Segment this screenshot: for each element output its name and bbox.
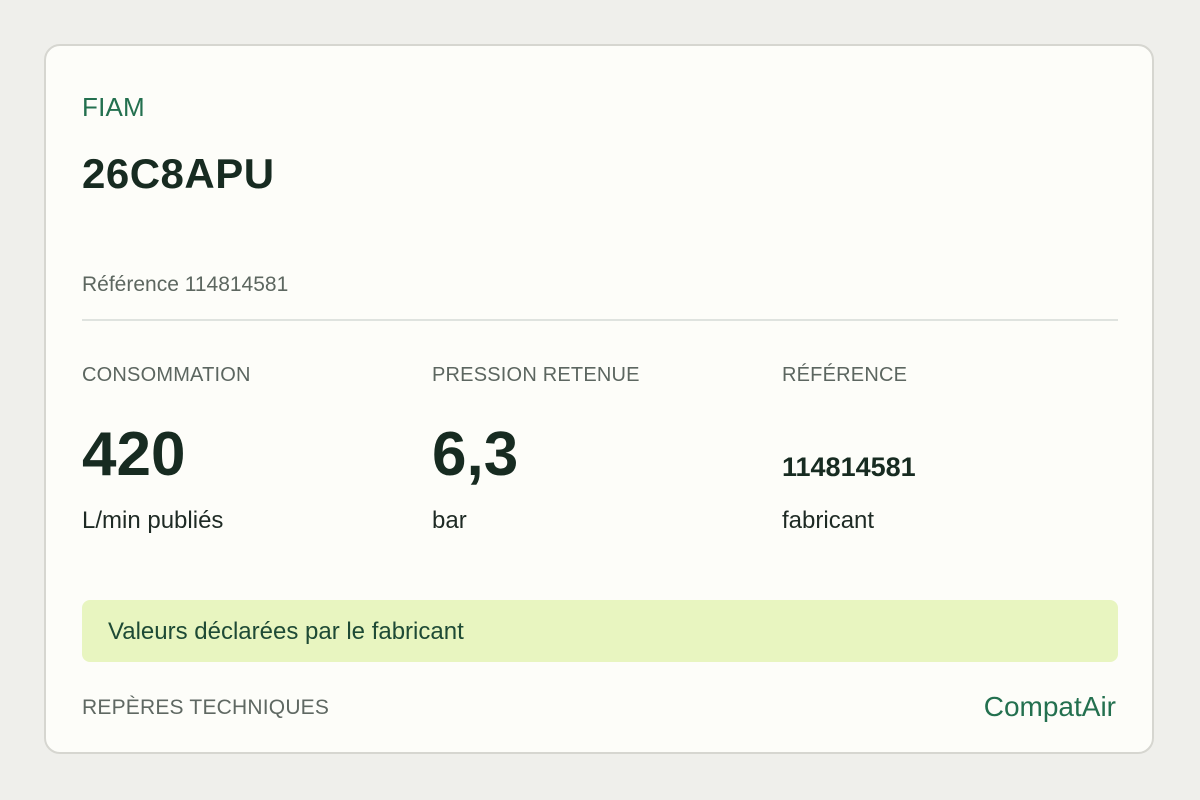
- stat-unit: bar: [432, 507, 467, 534]
- manufacturer-notice-banner: Valeurs déclarées par le fabricant: [82, 600, 1118, 662]
- stat-label: CONSOMMATION: [82, 364, 251, 386]
- stat-value: 114814581: [782, 452, 916, 482]
- model-title: 26C8APU: [82, 150, 275, 197]
- banner-text: Valeurs déclarées par le fabricant: [108, 618, 464, 645]
- product-card: FIAM 26C8APU Référence 114814581 CONSOMM…: [44, 44, 1154, 754]
- stat-unit: fabricant: [782, 507, 875, 534]
- stat-label: RÉFÉRENCE: [782, 364, 908, 386]
- stat-unit: L/min publiés: [82, 507, 224, 534]
- stat-value: 420: [82, 420, 186, 489]
- brand-label: FIAM: [82, 92, 145, 122]
- stat-value: 6,3: [432, 420, 519, 489]
- stat-label: PRESSION RETENUE: [432, 364, 640, 386]
- footer-brand-logo: CompatAir: [983, 691, 1116, 722]
- section-label: REPÈRES TECHNIQUES: [82, 696, 330, 719]
- divider: [82, 319, 1118, 321]
- reference-line: Référence 114814581: [82, 273, 289, 296]
